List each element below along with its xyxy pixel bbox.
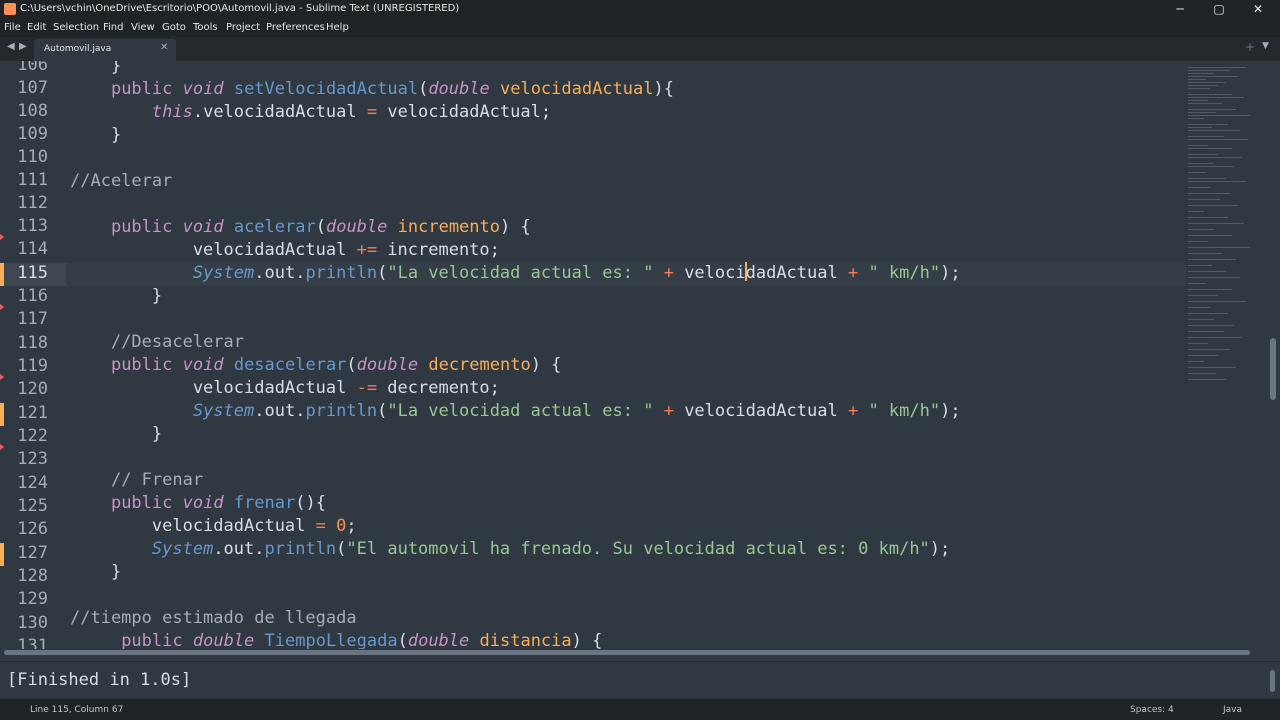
text-cursor — [744, 262, 747, 281]
vertical-scrollbar[interactable] — [1270, 338, 1276, 400]
menu-file[interactable]: File — [4, 22, 21, 33]
tab-close-icon[interactable]: ✕ — [160, 42, 168, 53]
menu-project[interactable]: Project — [226, 22, 260, 33]
output-scrollbar[interactable] — [1270, 670, 1275, 692]
menu-tools[interactable]: Tools — [193, 22, 218, 33]
syntax-selector[interactable]: Java — [1223, 705, 1242, 715]
line-number: 106 — [17, 61, 48, 75]
new-tab-icon[interactable]: + — [1245, 40, 1255, 54]
line-number: 130 — [17, 613, 48, 633]
horizontal-scrollbar[interactable] — [4, 650, 1250, 655]
line-number: 128 — [17, 566, 48, 586]
tab-bar: ◀ ▶ Automovil.java ✕ + ▼ — [0, 37, 1280, 61]
menu-view[interactable]: View — [131, 22, 155, 33]
code-editor[interactable]: 106 107 108 109 110 111 112 113 114 115 … — [0, 61, 1280, 649]
maximize-icon[interactable]: ▢ — [1204, 1, 1234, 18]
tab-label: Automovil.java — [44, 44, 112, 54]
minimize-icon[interactable]: ─ — [1165, 1, 1195, 18]
modified-line-marker — [0, 543, 4, 566]
line-number: 114 — [17, 239, 48, 259]
tab-back-icon[interactable]: ◀ — [7, 41, 15, 52]
code-text[interactable]: } public void setVelocidadActual(double … — [70, 61, 961, 649]
tab-forward-icon[interactable]: ▶ — [19, 41, 27, 52]
menu-goto[interactable]: Goto — [162, 22, 186, 33]
line-number: 122 — [17, 426, 48, 446]
line-number-current: 115 — [0, 263, 66, 286]
line-number: 131 — [17, 636, 48, 649]
minimap[interactable] — [1186, 61, 1268, 649]
fold-marker-icon — [0, 304, 4, 310]
close-icon[interactable]: ✕ — [1243, 1, 1273, 18]
menu-help[interactable]: Help — [326, 22, 349, 33]
line-number: 119 — [17, 356, 48, 376]
sublime-app-icon — [4, 3, 16, 15]
line-number: 126 — [17, 519, 48, 539]
line-number: 108 — [17, 101, 48, 121]
line-number: 127 — [17, 543, 48, 563]
line-number: 110 — [17, 147, 48, 167]
window-title: C:\Users\vchin\OneDrive\Escritorio\POO\A… — [20, 3, 460, 14]
line-number: 112 — [17, 193, 48, 213]
line-number: 118 — [17, 333, 48, 353]
modified-line-marker — [0, 263, 4, 286]
modified-line-marker — [0, 403, 4, 426]
build-output-text: [Finished in 1.0s] — [7, 670, 192, 690]
fold-marker-icon — [0, 374, 4, 380]
fold-marker-icon — [0, 234, 4, 240]
cursor-position: Line 115, Column 67 — [30, 705, 124, 715]
line-number: 113 — [17, 216, 48, 236]
fold-marker-icon — [0, 444, 4, 450]
line-number: 120 — [17, 379, 48, 399]
tab-automovil-java[interactable]: Automovil.java ✕ — [34, 39, 176, 61]
line-number: 111 — [17, 170, 48, 190]
line-number: 123 — [17, 449, 48, 469]
line-number: 124 — [17, 473, 48, 493]
menu-edit[interactable]: Edit — [27, 22, 46, 33]
menu-bar: File Edit Selection Find View Goto Tools… — [0, 19, 1280, 37]
line-number: 107 — [17, 78, 48, 98]
line-number: 116 — [17, 286, 48, 306]
line-number: 121 — [17, 403, 48, 423]
status-bar: Line 115, Column 67 Spaces: 4 Java — [0, 699, 1280, 720]
tab-list-icon[interactable]: ▼ — [1262, 41, 1269, 51]
line-number: 109 — [17, 124, 48, 144]
title-bar: C:\Users\vchin\OneDrive\Escritorio\POO\A… — [0, 0, 1280, 19]
menu-preferences[interactable]: Preferences — [266, 22, 325, 33]
line-number: 129 — [17, 589, 48, 609]
line-number: 117 — [17, 309, 48, 329]
output-panel: [Finished in 1.0s] — [0, 661, 1280, 700]
line-number: 125 — [17, 496, 48, 516]
menu-find[interactable]: Find — [103, 22, 124, 33]
menu-selection[interactable]: Selection — [53, 22, 99, 33]
indentation-setting[interactable]: Spaces: 4 — [1130, 705, 1174, 715]
